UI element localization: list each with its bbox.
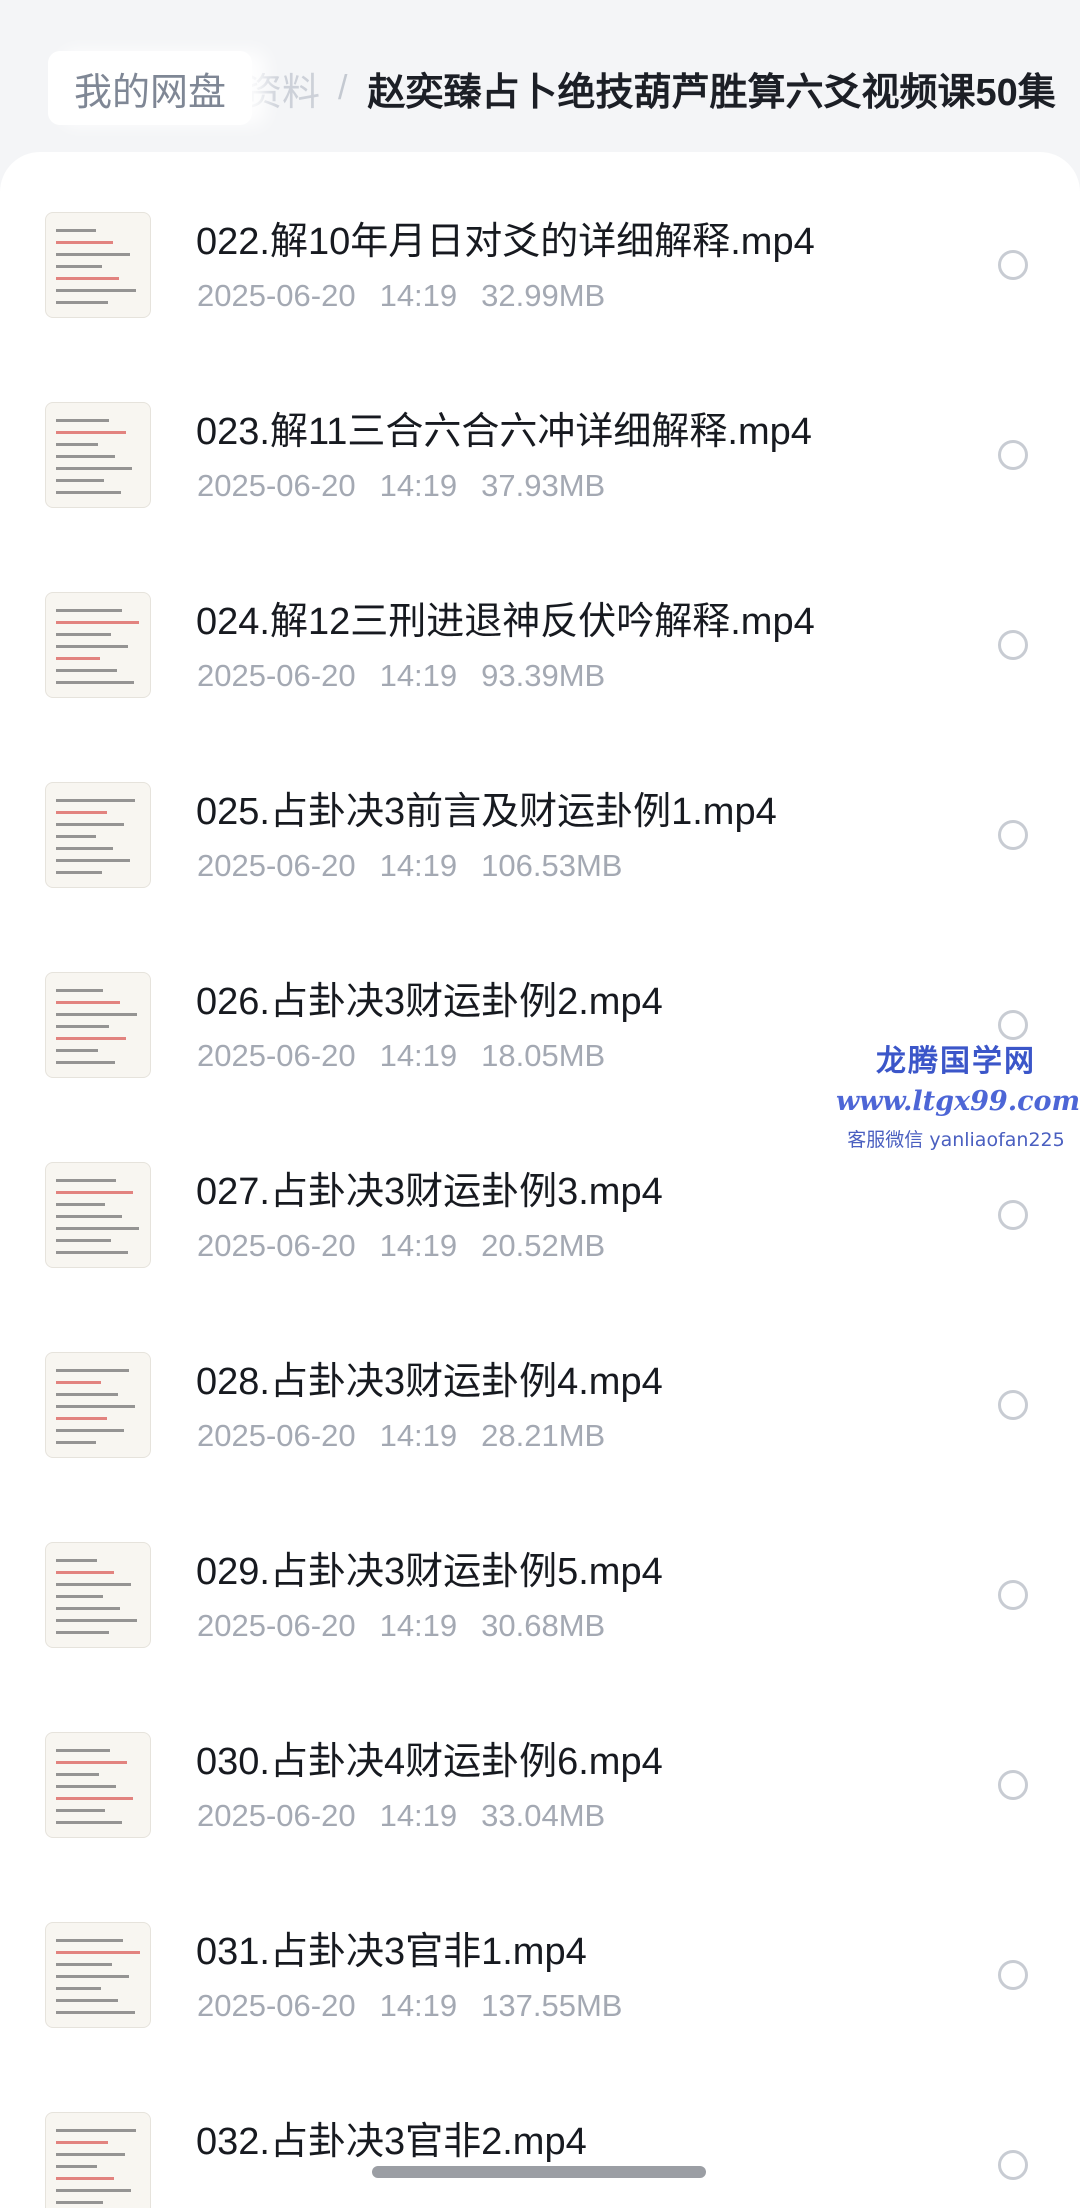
document-thumbnail-icon xyxy=(45,2112,151,2208)
document-thumbnail-icon xyxy=(45,592,151,698)
file-name: 027.占卦决3财运卦例3.mp4 xyxy=(196,1171,663,1213)
file-name: 023.解11三合六合六冲详细解释.mp4 xyxy=(196,411,812,453)
breadcrumb-separator: / xyxy=(338,68,348,107)
breadcrumb-current-folder: 赵奕臻占卜绝技葫芦胜算六爻视频课50集 xyxy=(367,71,1056,114)
file-list-screen: 我的网盘 资料 / 赵奕臻占卜绝技葫芦胜算六爻视频课50集 022.解10年月日… xyxy=(0,0,1080,2208)
select-radio-button[interactable] xyxy=(998,820,1028,850)
file-time: 14:19 xyxy=(379,1038,458,1073)
file-date: 2025-06-20 xyxy=(197,1988,356,2023)
file-time: 14:19 xyxy=(379,658,458,693)
select-radio-button[interactable] xyxy=(998,1580,1028,1610)
file-meta: 2025-06-20 14:19 18.05MB xyxy=(197,1038,605,1074)
breadcrumb: 我的网盘 资料 / 赵奕臻占卜绝技葫芦胜算六爻视频课50集 xyxy=(0,40,1080,136)
watermark-title: 龙腾国学网 xyxy=(876,1044,1036,1079)
breadcrumb-root-my-drive[interactable]: 我的网盘 xyxy=(48,51,253,125)
file-size: 18.05MB xyxy=(481,1038,606,1073)
watermark: 龙腾国学网 www.ltgx99.com 客服微信 yanliaofan225 xyxy=(836,1036,1080,1152)
file-meta: 2025-06-20 14:19 28.21MB xyxy=(197,1418,605,1454)
document-thumbnail-icon xyxy=(45,1922,151,2028)
file-meta: 2025-06-20 14:19 33.04MB xyxy=(197,1798,605,1834)
file-meta: 2025-06-20 14:19 106.53MB xyxy=(197,848,622,884)
file-size: 137.55MB xyxy=(481,1988,623,2023)
file-time: 14:19 xyxy=(379,1418,458,1453)
file-size: 33.04MB xyxy=(481,1798,606,1833)
file-meta: 2025-06-20 14:19 137.55MB xyxy=(197,1988,622,2024)
file-size: 30.68MB xyxy=(481,1608,606,1643)
document-thumbnail-icon xyxy=(45,402,151,508)
document-thumbnail-icon xyxy=(45,1542,151,1648)
file-time: 14:19 xyxy=(379,1988,458,2023)
file-time: 14:19 xyxy=(379,1608,458,1643)
file-list-item[interactable]: 029.占卦决3财运卦例5.mp4 2025-06-20 14:19 30.68MB xyxy=(0,1500,1080,1690)
select-radio-button[interactable] xyxy=(998,1770,1028,1800)
file-date: 2025-06-20 xyxy=(197,1228,356,1263)
file-size: 93.39MB xyxy=(481,658,606,693)
file-time: 14:19 xyxy=(379,468,458,503)
select-radio-button[interactable] xyxy=(998,440,1028,470)
file-name: 025.占卦决3前言及财运卦例1.mp4 xyxy=(196,791,777,833)
file-list-item[interactable]: 024.解12三刑进退神反伏吟解释.mp4 2025-06-20 14:19 93.3… xyxy=(0,550,1080,740)
file-size: 32.99MB xyxy=(481,278,606,313)
file-size: 106.53MB xyxy=(481,848,623,883)
file-time: 14:19 xyxy=(379,848,458,883)
file-name: 022.解10年月日对爻的详细解释.mp4 xyxy=(196,221,815,263)
file-list-item[interactable]: 022.解10年月日对爻的详细解释.mp4 2025-06-20 14:19 32.9… xyxy=(0,170,1080,360)
file-list-item[interactable]: 023.解11三合六合六冲详细解释.mp4 2025-06-20 14:19 37.9… xyxy=(0,360,1080,550)
select-radio-button[interactable] xyxy=(998,1390,1028,1420)
file-date: 2025-06-20 xyxy=(197,1798,356,1833)
file-name: 029.占卦决3财运卦例5.mp4 xyxy=(196,1551,663,1593)
file-meta: 2025-06-20 14:19 20.52MB xyxy=(197,1228,605,1264)
file-size: 20.52MB xyxy=(481,1228,606,1263)
home-indicator[interactable] xyxy=(372,2166,706,2178)
select-radio-button[interactable] xyxy=(998,630,1028,660)
document-thumbnail-icon xyxy=(45,782,151,888)
file-name: 028.占卦决3财运卦例4.mp4 xyxy=(196,1361,663,1403)
file-list: 022.解10年月日对爻的详细解释.mp4 2025-06-20 14:19 32.9… xyxy=(0,152,1080,2208)
file-list-item[interactable]: 025.占卦决3前言及财运卦例1.mp4 2025-06-20 14:19 106.5… xyxy=(0,740,1080,930)
select-radio-button[interactable] xyxy=(998,2150,1028,2180)
file-time: 14:19 xyxy=(379,1798,458,1833)
file-date: 2025-06-20 xyxy=(197,1608,356,1643)
document-thumbnail-icon xyxy=(45,1732,151,1838)
document-thumbnail-icon xyxy=(45,212,151,318)
file-name: 030.占卦决4财运卦例6.mp4 xyxy=(196,1741,663,1783)
file-name: 024.解12三刑进退神反伏吟解释.mp4 xyxy=(196,601,815,643)
file-date: 2025-06-20 xyxy=(197,658,356,693)
file-date: 2025-06-20 xyxy=(197,1418,356,1453)
select-radio-button[interactable] xyxy=(998,1200,1028,1230)
file-date: 2025-06-20 xyxy=(197,848,356,883)
document-thumbnail-icon xyxy=(45,1352,151,1458)
file-date: 2025-06-20 xyxy=(197,468,356,503)
watermark-url: www.ltgx99.com xyxy=(836,1086,1080,1117)
file-time: 14:19 xyxy=(379,1228,458,1263)
file-name: 026.占卦决3财运卦例2.mp4 xyxy=(196,981,663,1023)
file-date: 2025-06-20 xyxy=(197,278,356,313)
file-name: 032.占卦决3官非2.mp4 xyxy=(196,2121,587,2163)
watermark-contact: 客服微信 yanliaofan225 xyxy=(847,1129,1065,1151)
select-radio-button[interactable] xyxy=(998,1960,1028,1990)
file-meta: 2025-06-20 14:19 30.68MB xyxy=(197,1608,605,1644)
file-date: 2025-06-20 xyxy=(197,1038,356,1073)
file-time: 14:19 xyxy=(379,278,458,313)
document-thumbnail-icon xyxy=(45,972,151,1078)
breadcrumb-parent-folder[interactable]: 资料 xyxy=(244,61,320,116)
file-name: 031.占卦决3官非1.mp4 xyxy=(196,1931,587,1973)
file-list-item[interactable]: 028.占卦决3财运卦例4.mp4 2025-06-20 14:19 28.21MB xyxy=(0,1310,1080,1500)
file-meta: 2025-06-20 14:19 93.39MB xyxy=(197,658,605,694)
file-list-item[interactable]: 032.占卦决3官非2.mp4 xyxy=(0,2070,1080,2208)
file-list-item[interactable]: 031.占卦决3官非1.mp4 2025-06-20 14:19 137.55MB xyxy=(0,1880,1080,2070)
file-meta: 2025-06-20 14:19 37.93MB xyxy=(197,468,605,504)
file-list-item[interactable]: 030.占卦决4财运卦例6.mp4 2025-06-20 14:19 33.04MB xyxy=(0,1690,1080,1880)
file-size: 37.93MB xyxy=(481,468,606,503)
file-size: 28.21MB xyxy=(481,1418,606,1453)
document-thumbnail-icon xyxy=(45,1162,151,1268)
select-radio-button[interactable] xyxy=(998,250,1028,280)
file-meta: 2025-06-20 14:19 32.99MB xyxy=(197,278,605,314)
